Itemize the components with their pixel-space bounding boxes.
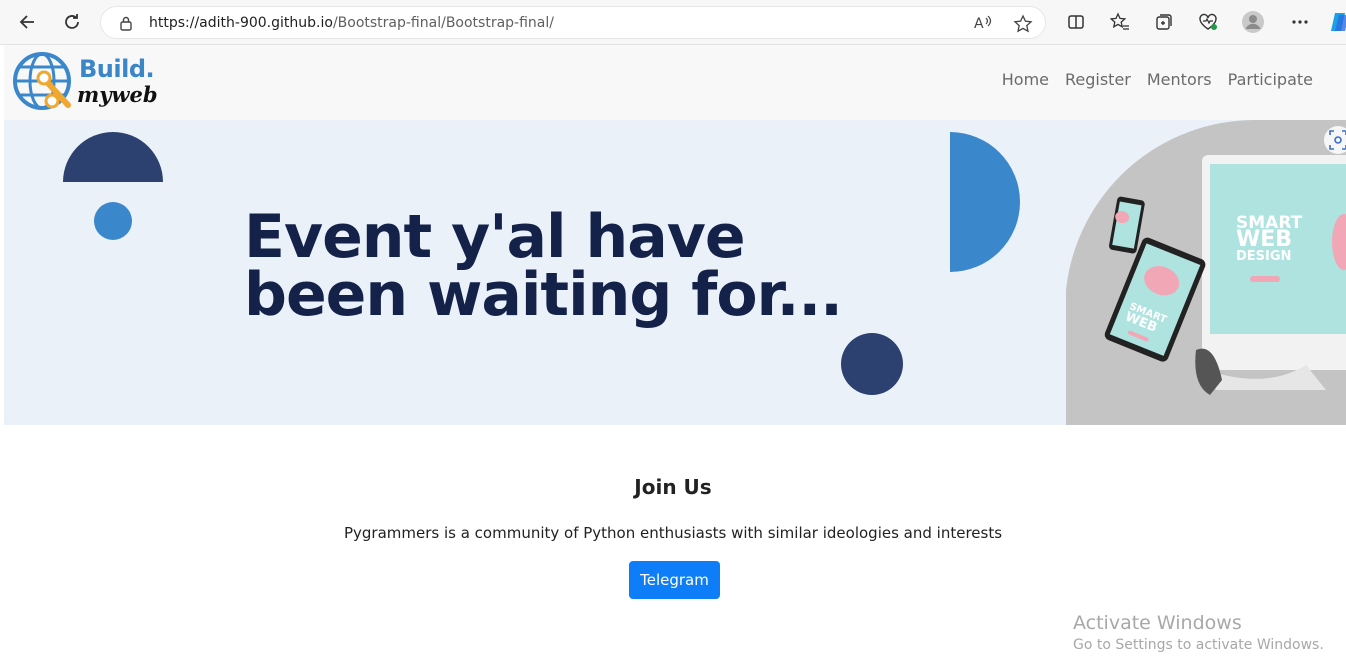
monitor-text-design: DESIGN [1236,249,1291,264]
url-text[interactable]: https://adith-900.github.io/Bootstrap-fi… [149,15,554,31]
refresh-icon[interactable] [59,9,85,35]
favorites-icon[interactable] [1108,10,1132,34]
url-path: /Bootstrap-final/Bootstrap-final/ [332,15,554,31]
join-heading: Join Us [634,475,712,499]
nav-register-link[interactable]: Register [1065,70,1131,89]
browser-toolbar: https://adith-900.github.io/Bootstrap-fi… [0,0,1346,45]
blue-half-disc-shape [950,132,1020,272]
activate-windows-watermark: Activate Windows [1073,612,1242,634]
profile-icon[interactable] [1241,10,1265,34]
browser-essentials-icon[interactable] [1196,10,1220,34]
more-icon[interactable] [1288,10,1312,34]
address-bar[interactable]: https://adith-900.github.io/Bootstrap-fi… [100,6,1046,39]
svg-text:A: A [974,16,984,32]
favorite-star-icon[interactable] [1013,14,1033,39]
brand-line-myweb: myweb [77,82,158,107]
join-description: Pygrammers is a community of Python enth… [343,524,1003,542]
url-host: https://adith-900.github.io [149,15,333,31]
read-aloud-icon[interactable]: A [973,14,993,37]
hero-banner: Event y'al have been waiting for... SMAR… [4,120,1346,425]
nav-mentors-link[interactable]: Mentors [1147,70,1212,89]
activate-windows-hint: Go to Settings to activate Windows. [1073,637,1324,653]
dark-circle-shape [841,333,903,395]
globe-wrench-logo-icon[interactable] [12,51,78,118]
hero-title-line2: been waiting for... [244,260,843,330]
back-icon[interactable] [15,9,41,35]
web-design-devices-image: SMART WEB DESIGN SMART WEB [1066,120,1346,425]
lock-icon[interactable] [119,15,133,36]
site-navbar: Build. myweb Home Register Mentors Parti… [4,45,1346,120]
nav-home-link[interactable]: Home [1002,70,1049,89]
small-blue-circle-shape [94,202,132,240]
brand-line-build: Build. [79,55,155,83]
nav-participate-link[interactable]: Participate [1228,70,1313,89]
site-menu: Home Register Mentors Participate [1002,70,1313,89]
split-screen-icon[interactable] [1064,10,1088,34]
collections-icon[interactable] [1152,10,1176,34]
hero-title: Event y'al have been waiting for... [244,207,843,325]
telegram-button[interactable]: Telegram [629,561,720,599]
half-circle-shape [63,132,163,182]
copilot-icon[interactable] [1328,10,1346,34]
